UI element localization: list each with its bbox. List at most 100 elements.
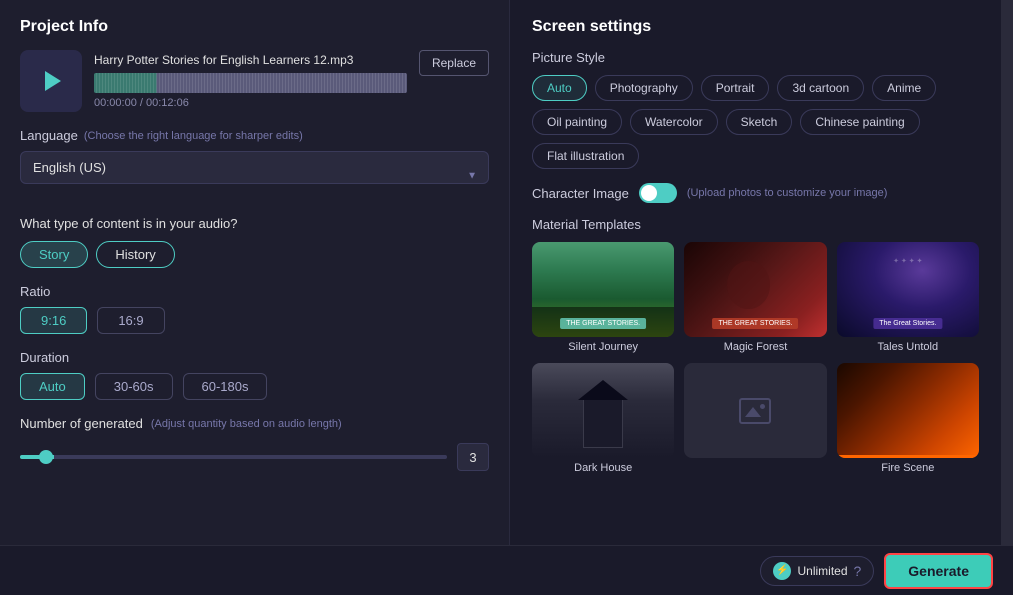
house-body (583, 398, 623, 448)
fire-base (837, 455, 979, 458)
template-placeholder[interactable] (684, 363, 826, 474)
character-image-label: Character Image (532, 186, 629, 201)
templates-grid: THE GREAT STORIES. Silent Journey THE GR… (532, 242, 979, 474)
language-hint: (Choose the right language for sharper e… (84, 130, 303, 142)
thumb-bg-magic-forest: THE GREAT STORIES. (684, 242, 826, 337)
placeholder-icon (739, 398, 771, 424)
template-name-tales-untold: Tales Untold (837, 341, 979, 353)
duration-auto-button[interactable]: Auto (20, 373, 85, 400)
duration-label: Duration (20, 350, 489, 365)
scrollbar-track[interactable] (1001, 0, 1013, 595)
project-info-title: Project Info (20, 18, 489, 36)
unlimited-text: Unlimited (797, 564, 847, 578)
unlimited-badge: ⚡ Unlimited ? (760, 556, 874, 586)
character-image-hint: (Upload photos to customize your image) (687, 187, 888, 199)
content-type-group: Story History (20, 241, 489, 268)
template-magic-forest[interactable]: THE GREAT STORIES. Magic Forest (684, 242, 826, 353)
duration-group: Auto 30-60s 60-180s (20, 373, 489, 400)
style-flat-illustration[interactable]: Flat illustration (532, 143, 639, 169)
thumb-bg-dark-house (532, 363, 674, 458)
content-type-question: What type of content is in your audio? (20, 216, 489, 231)
audio-info: Harry Potter Stories for English Learner… (94, 53, 407, 109)
image-icon-frame (739, 398, 771, 424)
slider-row: 3 (20, 443, 489, 471)
template-thumb-tales-untold: ✦ ✦ ✦ ✦ The Great Stories. (837, 242, 979, 337)
template-thumb-fire-scene (837, 363, 979, 458)
slider-value: 3 (457, 443, 489, 471)
unlimited-icon-symbol: ⚡ (776, 565, 788, 576)
material-templates-label: Material Templates (532, 217, 979, 232)
num-generated-slider[interactable] (20, 455, 447, 459)
language-label-text: Language (20, 128, 78, 143)
character-image-row: Character Image (Upload photos to custom… (532, 183, 979, 203)
style-photography[interactable]: Photography (595, 75, 693, 101)
thumb-figure (727, 261, 770, 309)
template-tales-untold[interactable]: ✦ ✦ ✦ ✦ The Great Stories. Tales Untold (837, 242, 979, 353)
audio-filename: Harry Potter Stories for English Learner… (94, 53, 407, 67)
left-panel: Project Info Harry Potter Stories for En… (0, 0, 510, 595)
language-label: Language (Choose the right language for … (20, 128, 489, 143)
template-silent-journey[interactable]: THE GREAT STORIES. Silent Journey (532, 242, 674, 353)
audio-thumbnail (20, 50, 82, 112)
thumb-bg-tales-untold: ✦ ✦ ✦ ✦ The Great Stories. (837, 242, 979, 337)
slider-thumb (39, 450, 53, 464)
duration-60-180-button[interactable]: 60-180s (183, 373, 268, 400)
style-sketch[interactable]: Sketch (726, 109, 793, 135)
ratio-group: 9:16 16:9 (20, 307, 489, 334)
template-thumb-silent-journey: THE GREAT STORIES. (532, 242, 674, 337)
ratio-9-16-button[interactable]: 9:16 (20, 307, 87, 334)
help-icon[interactable]: ? (854, 563, 862, 579)
ratio-label: Ratio (20, 284, 489, 299)
style-watercolor[interactable]: Watercolor (630, 109, 718, 135)
bottom-bar: ⚡ Unlimited ? Generate (0, 545, 1013, 595)
num-generated-hint: (Adjust quantity based on audio length) (151, 418, 342, 430)
num-generated-row: Number of generated (Adjust quantity bas… (20, 416, 489, 431)
picture-style-label: Picture Style (532, 50, 979, 65)
template-name-fire-scene: Fire Scene (837, 462, 979, 474)
house-roof (578, 380, 628, 400)
current-time: 00:00:00 (94, 97, 137, 109)
language-select-wrapper: English (US) (20, 151, 489, 200)
template-thumb-dark-house (532, 363, 674, 458)
duration-30-60-button[interactable]: 30-60s (95, 373, 173, 400)
template-dark-house[interactable]: Dark House (532, 363, 674, 474)
screen-settings-title: Screen settings (532, 18, 979, 36)
thumb-label: THE GREAT STORIES. (713, 318, 799, 329)
language-select[interactable]: English (US) (20, 151, 489, 184)
character-image-toggle[interactable] (639, 183, 677, 203)
style-auto[interactable]: Auto (532, 75, 587, 101)
style-chinese-painting[interactable]: Chinese painting (800, 109, 919, 135)
sun-icon (760, 404, 765, 409)
right-panel: Screen settings Picture Style Auto Photo… (510, 0, 1001, 595)
template-fire-scene[interactable]: Fire Scene (837, 363, 979, 474)
project-card: Harry Potter Stories for English Learner… (20, 50, 489, 112)
ratio-16-9-button[interactable]: 16:9 (97, 307, 164, 334)
thumb-label: THE GREAT STORIES. (560, 318, 646, 329)
style-portrait[interactable]: Portrait (701, 75, 770, 101)
style-anime[interactable]: Anime (872, 75, 936, 101)
thumb-bg-fire (837, 363, 979, 458)
story-button[interactable]: Story (20, 241, 88, 268)
template-thumb-magic-forest: THE GREAT STORIES. (684, 242, 826, 337)
total-time: 00:12:06 (146, 97, 189, 109)
style-3d-cartoon[interactable]: 3d cartoon (777, 75, 864, 101)
thumb-label: The Great Stories. (873, 318, 942, 329)
template-name-silent-journey: Silent Journey (532, 341, 674, 353)
style-oil-painting[interactable]: Oil painting (532, 109, 622, 135)
mountain-icon (745, 407, 761, 417)
template-thumb-placeholder (684, 363, 826, 458)
thumb-bg-silent-journey: THE GREAT STORIES. (532, 242, 674, 337)
thumb-bg-placeholder (684, 363, 826, 458)
thumb-stars: ✦ ✦ ✦ ✦ (851, 257, 965, 265)
unlimited-icon: ⚡ (773, 562, 791, 580)
audio-time: 00:00:00 / 00:12:06 (94, 97, 407, 109)
audio-waveform[interactable] (94, 73, 407, 93)
play-icon (45, 71, 61, 91)
template-name-magic-forest: Magic Forest (684, 341, 826, 353)
generate-button[interactable]: Generate (884, 553, 993, 589)
style-chips: Auto Photography Portrait 3d cartoon Ani… (532, 75, 979, 169)
num-generated-label: Number of generated (20, 416, 143, 431)
replace-button[interactable]: Replace (419, 50, 489, 76)
history-button[interactable]: History (96, 241, 174, 268)
template-name-dark-house: Dark House (532, 462, 674, 474)
